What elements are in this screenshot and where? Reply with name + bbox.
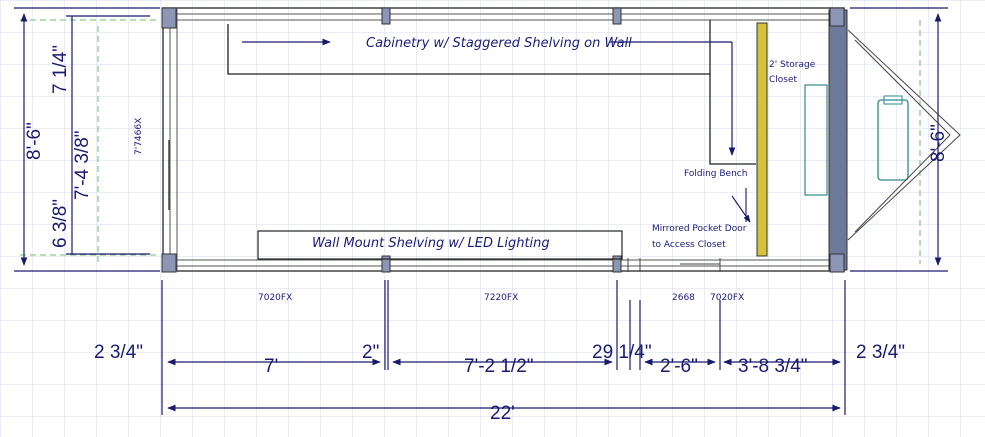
seg1-dim: 7' bbox=[264, 356, 278, 377]
door-label: 2668 bbox=[672, 293, 695, 303]
seg4-dim: 29 1/4" bbox=[592, 342, 652, 363]
seg2-dim: 2" bbox=[362, 342, 379, 363]
wall-shelving-label: Wall Mount Shelving w/ LED Lighting bbox=[312, 236, 550, 251]
right-wall bbox=[828, 9, 848, 271]
left-mid-dim: 7'-4 3/8" bbox=[72, 130, 93, 200]
window-label-3: 7020FX bbox=[710, 293, 744, 303]
storage-closet-label-1: 2' Storage bbox=[769, 60, 816, 70]
left-window-label: 7'7466X bbox=[134, 118, 144, 155]
bottom-right-offset-dim: 2 3/4" bbox=[856, 342, 905, 363]
pocket-door-label-1: Mirrored Pocket Door bbox=[652, 224, 747, 234]
folding-bench bbox=[756, 22, 768, 257]
pocket-door-label-2: to Access Closet bbox=[652, 240, 726, 250]
overall-dim: 22' bbox=[490, 403, 515, 424]
left-top-dim: 7 1/4" bbox=[50, 45, 71, 94]
left-bottom-dim: 6 3/8" bbox=[50, 199, 71, 248]
bottom-left-offset-dim: 2 3/4" bbox=[94, 342, 143, 363]
storage-closet-label-2: Closet bbox=[769, 75, 798, 85]
seg6-dim: 3'-8 3/4" bbox=[738, 356, 808, 377]
cabinetry-label: Cabinetry w/ Staggered Shelving on Wall bbox=[366, 36, 632, 51]
left-total-dim: 8'-6" bbox=[24, 122, 45, 160]
window-label-1: 7020FX bbox=[258, 293, 292, 303]
window-label-2: 7220FX bbox=[484, 293, 518, 303]
folding-bench-label: Folding Bench bbox=[684, 169, 747, 179]
floor-plan-drawing: Cabinetry w/ Staggered Shelving on Wall … bbox=[0, 0, 985, 437]
right-total-dim: 8'-6" bbox=[928, 124, 949, 162]
seg5-dim: 2'-6" bbox=[660, 356, 698, 377]
floor-plan-canvas: Cabinetry w/ Staggered Shelving on Wall … bbox=[0, 0, 985, 437]
seg3-dim: 7'-2 1/2" bbox=[464, 356, 534, 377]
